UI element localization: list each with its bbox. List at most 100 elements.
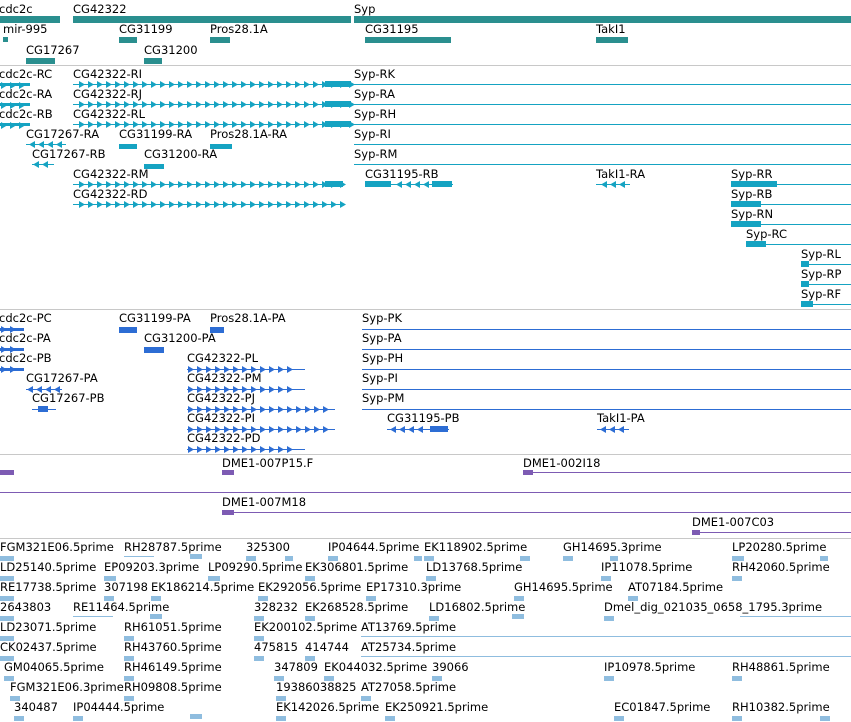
transcript-label[interactable]: Syp-RC — [746, 227, 787, 241]
gene-glyph[interactable] — [210, 37, 230, 43]
est-glyph[interactable] — [385, 716, 395, 721]
est-label[interactable]: 414744 — [305, 640, 349, 654]
est-label[interactable]: GH14695.3prime — [563, 540, 662, 554]
est-glyph[interactable] — [361, 636, 851, 637]
transcript-glyph[interactable] — [119, 144, 137, 149]
est-label[interactable]: LP20280.5prime — [732, 540, 826, 554]
est-glyph[interactable] — [124, 556, 154, 557]
clone-glyph[interactable] — [222, 470, 234, 475]
est-label[interactable]: RH61051.5prime — [124, 620, 222, 634]
gene-label[interactable]: TakI1 — [596, 22, 626, 36]
transcript-glyph[interactable] — [354, 84, 851, 85]
transcript-label[interactable]: Syp-RN — [731, 207, 773, 221]
clone-glyph[interactable] — [523, 472, 851, 473]
transcript-glyph[interactable] — [801, 301, 813, 307]
protein-glyph[interactable] — [144, 347, 164, 353]
gene-glyph[interactable] — [119, 37, 137, 43]
protein-label[interactable]: CG42322-PM — [187, 371, 262, 385]
transcript-glyph[interactable] — [354, 164, 851, 165]
protein-glyph[interactable] — [362, 389, 851, 390]
transcript-label[interactable]: CG42322-RI — [73, 67, 142, 81]
est-label[interactable]: Dmel_dig_021035_0658_1795.3prime — [604, 600, 822, 614]
est-label[interactable]: EK118902.5prime — [424, 540, 527, 554]
protein-glyph[interactable] — [430, 426, 448, 432]
protein-label[interactable]: Syp-PI — [362, 371, 398, 385]
est-glyph[interactable] — [732, 676, 742, 681]
gene-label[interactable]: CG42322 — [73, 2, 127, 16]
transcript-label[interactable]: CG31199-RA — [119, 127, 192, 141]
protein-glyph[interactable] — [362, 409, 851, 410]
est-label[interactable]: 325300 — [246, 540, 290, 554]
est-label[interactable]: CK02437.5prime — [0, 640, 97, 654]
est-label[interactable]: EK200102.5prime — [254, 620, 357, 634]
clone-glyph[interactable] — [692, 532, 851, 533]
est-label[interactable]: 347809 — [274, 660, 318, 674]
est-glyph[interactable] — [361, 656, 851, 657]
est-label[interactable]: 475815 — [254, 640, 298, 654]
gene-label[interactable]: CG17267 — [26, 43, 80, 57]
est-label[interactable]: LP09290.5prime — [208, 560, 302, 574]
est-label[interactable]: RE11464.5prime — [73, 600, 169, 614]
protein-label[interactable]: CG31195-PB — [387, 411, 460, 425]
transcript-label[interactable]: CG42322-RJ — [73, 87, 142, 101]
est-label[interactable]: LD13768.5prime — [426, 560, 522, 574]
clone-label[interactable]: DME1-007M18 — [222, 495, 306, 509]
gene-label[interactable]: Pros28.1A — [210, 22, 268, 36]
est-label[interactable]: IP11078.5prime — [601, 560, 692, 574]
est-glyph[interactable] — [14, 716, 24, 721]
gene-label[interactable]: mir-995 — [3, 22, 48, 36]
protein-label[interactable]: CG42322-PL — [187, 351, 258, 365]
protein-label[interactable]: Syp-PH — [362, 351, 403, 365]
protein-label[interactable]: CG17267-PA — [26, 371, 98, 385]
est-label[interactable]: RH28787.5prime — [124, 540, 222, 554]
est-label[interactable]: EK044032.5prime — [324, 660, 427, 674]
clone-label[interactable]: DME1-002I18 — [523, 456, 601, 470]
protein-label[interactable]: CG42322-PI — [187, 411, 255, 425]
protein-label[interactable]: CG31199-PA — [119, 311, 191, 325]
est-glyph[interactable] — [190, 714, 202, 719]
transcript-glyph[interactable] — [432, 181, 452, 187]
est-label[interactable]: IP04644.5prime — [328, 540, 419, 554]
transcript-label[interactable]: CG42322-RD — [73, 187, 148, 201]
est-label[interactable]: RE17738.5prime — [0, 580, 96, 594]
est-label[interactable]: FGM321E06.5prime — [0, 540, 114, 554]
est-label[interactable]: EK306801.5prime — [305, 560, 408, 574]
est-label[interactable]: AT25734.5prime — [361, 640, 456, 654]
transcript-label[interactable]: TakI1-RA — [596, 167, 645, 181]
est-label[interactable]: IP04444.5prime — [73, 700, 164, 714]
est-glyph[interactable] — [732, 716, 742, 721]
est-label[interactable]: LD16802.5prime — [429, 600, 525, 614]
est-label[interactable]: EP09203.3prime — [104, 560, 199, 574]
transcript-label[interactable]: CG17267-RA — [26, 127, 99, 141]
est-label[interactable]: 19386038825 — [276, 680, 356, 694]
est-label[interactable]: RH43760.5prime — [124, 640, 222, 654]
protein-label[interactable]: Pros28.1A-PA — [210, 311, 286, 325]
transcript-glyph[interactable] — [354, 104, 851, 105]
protein-label[interactable]: Syp-PK — [362, 311, 402, 325]
protein-glyph[interactable] — [119, 327, 137, 333]
est-label[interactable]: IP10978.5prime — [604, 660, 695, 674]
protein-label[interactable]: CG42322-PJ — [187, 391, 255, 405]
est-glyph[interactable] — [604, 616, 614, 621]
gene-label[interactable]: cdc2c — [0, 2, 33, 16]
est-label[interactable]: 39066 — [432, 660, 469, 674]
protein-label[interactable]: cdc2c-PC — [0, 311, 52, 325]
transcript-glyph[interactable] — [354, 124, 851, 125]
protein-glyph[interactable] — [362, 329, 851, 330]
est-label[interactable]: RH42060.5prime — [732, 560, 830, 574]
est-label[interactable]: RH46149.5prime — [124, 660, 222, 674]
est-glyph[interactable] — [614, 716, 624, 721]
est-label[interactable]: RH09808.5prime — [124, 680, 222, 694]
est-glyph[interactable] — [820, 716, 830, 721]
est-label[interactable]: EK142026.5prime — [276, 700, 379, 714]
transcript-label[interactable]: Pros28.1A-RA — [210, 127, 287, 141]
est-label[interactable]: 2643803 — [0, 600, 51, 614]
est-glyph[interactable] — [740, 616, 851, 617]
transcript-label[interactable]: cdc2c-RC — [0, 67, 52, 81]
est-glyph[interactable] — [276, 716, 286, 721]
gene-label[interactable]: CG31199 — [119, 22, 173, 36]
est-label[interactable]: LD25140.5prime — [0, 560, 96, 574]
protein-label[interactable]: CG42322-PD — [187, 431, 260, 445]
transcript-label[interactable]: CG31195-RB — [365, 167, 439, 181]
est-label[interactable]: RH10382.5prime — [732, 700, 830, 714]
